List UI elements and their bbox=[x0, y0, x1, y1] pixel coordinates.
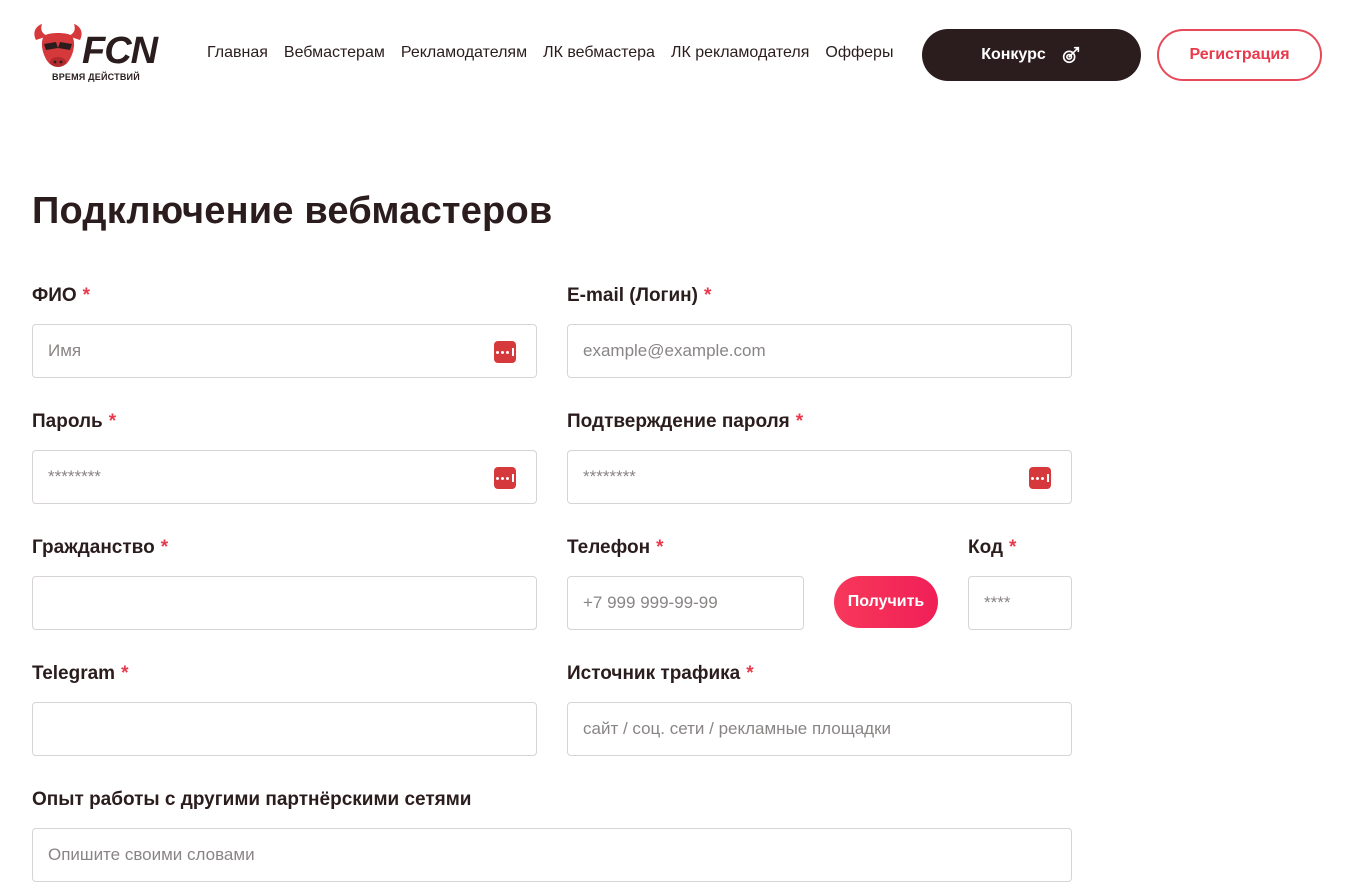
telegram-input[interactable] bbox=[48, 703, 521, 755]
nav-item-advertisers[interactable]: Рекламодателям bbox=[401, 44, 527, 62]
phone-label-text: Телефон bbox=[567, 537, 651, 558]
traffic-source-label: Источник трафика * bbox=[567, 663, 754, 685]
register-button[interactable]: Регистрация bbox=[1157, 29, 1322, 81]
required-mark: * bbox=[82, 285, 91, 306]
required-mark: * bbox=[746, 663, 754, 684]
required-mark: * bbox=[795, 411, 804, 432]
main-nav: Главная Вебмастерам Рекламодателям ЛК ве… bbox=[207, 44, 909, 62]
experience-label-text: Опыт работы с другими партнёрскими сетям… bbox=[32, 789, 472, 810]
traffic-source-input[interactable] bbox=[583, 703, 1056, 755]
contest-button[interactable]: Конкурс bbox=[922, 29, 1141, 81]
experience-label: Опыт работы с другими партнёрскими сетям… bbox=[32, 789, 472, 811]
password-manager-icon[interactable] bbox=[494, 341, 516, 363]
email-label: E-mail (Логин) * bbox=[567, 285, 711, 307]
email-field[interactable] bbox=[567, 324, 1072, 378]
telegram-label-text: Telegram bbox=[32, 663, 116, 684]
page-title: Подключение вебмастеров bbox=[32, 190, 553, 232]
citizenship-field[interactable] bbox=[32, 576, 537, 630]
password-manager-icon[interactable] bbox=[494, 467, 516, 489]
code-label: Код * bbox=[968, 537, 1016, 559]
phone-label: Телефон * bbox=[567, 537, 663, 559]
experience-field[interactable] bbox=[32, 828, 1072, 882]
nav-item-webmaster-account[interactable]: ЛК вебмастера bbox=[543, 44, 655, 62]
get-code-button[interactable]: Получить bbox=[834, 576, 938, 628]
brand-logo[interactable]: FCN ВРЕМЯ ДЕЙСТВИЙ bbox=[30, 18, 158, 88]
email-label-text: E-mail (Логин) bbox=[567, 285, 698, 306]
fio-input[interactable] bbox=[48, 325, 521, 377]
nav-item-offers[interactable]: Офферы bbox=[825, 44, 893, 62]
experience-input[interactable] bbox=[48, 829, 1056, 881]
site-header: FCN ВРЕМЯ ДЕЙСТВИЙ Главная Вебмастерам Р… bbox=[0, 0, 1364, 110]
target-arrow-icon bbox=[1062, 46, 1079, 64]
contest-button-label: Конкурс bbox=[981, 46, 1046, 63]
password-confirm-label-text: Подтверждение пароля bbox=[567, 411, 790, 432]
nav-item-advertiser-account[interactable]: ЛК рекламодателя bbox=[671, 44, 809, 62]
password-label-text: Пароль bbox=[32, 411, 103, 432]
code-input[interactable] bbox=[984, 577, 1056, 629]
nav-item-home[interactable]: Главная bbox=[207, 44, 268, 62]
telegram-field[interactable] bbox=[32, 702, 537, 756]
fio-label-text: ФИО bbox=[32, 285, 77, 306]
code-field[interactable] bbox=[968, 576, 1072, 630]
required-mark: * bbox=[160, 537, 169, 558]
citizenship-label: Гражданство * bbox=[32, 537, 168, 559]
fio-field[interactable] bbox=[32, 324, 537, 378]
required-mark: * bbox=[703, 285, 712, 306]
traffic-source-field[interactable] bbox=[567, 702, 1072, 756]
password-manager-icon[interactable] bbox=[1029, 467, 1051, 489]
password-confirm-field[interactable] bbox=[567, 450, 1072, 504]
password-label: Пароль * bbox=[32, 411, 116, 433]
password-confirm-input[interactable] bbox=[583, 451, 1056, 503]
password-field[interactable] bbox=[32, 450, 537, 504]
code-label-text: Код bbox=[968, 537, 1004, 558]
email-input[interactable] bbox=[583, 325, 1056, 377]
fio-label: ФИО * bbox=[32, 285, 90, 307]
password-confirm-label: Подтверждение пароля * bbox=[567, 411, 803, 433]
nav-item-webmasters[interactable]: Вебмастерам bbox=[284, 44, 385, 62]
traffic-source-label-text: Источник трафика bbox=[567, 663, 741, 684]
password-input[interactable] bbox=[48, 451, 521, 503]
logo-tagline: ВРЕМЯ ДЕЙСТВИЙ bbox=[52, 72, 140, 82]
citizenship-input[interactable] bbox=[48, 577, 521, 629]
required-mark: * bbox=[108, 411, 117, 432]
telegram-label: Telegram * bbox=[32, 663, 128, 685]
required-mark: * bbox=[656, 537, 664, 558]
citizenship-label-text: Гражданство bbox=[32, 537, 155, 558]
bull-logo-icon bbox=[34, 24, 82, 67]
phone-field[interactable] bbox=[567, 576, 804, 630]
phone-input[interactable] bbox=[583, 577, 788, 629]
logo-brand-text: FCN bbox=[82, 30, 158, 72]
required-mark: * bbox=[121, 663, 129, 684]
required-mark: * bbox=[1009, 537, 1017, 558]
